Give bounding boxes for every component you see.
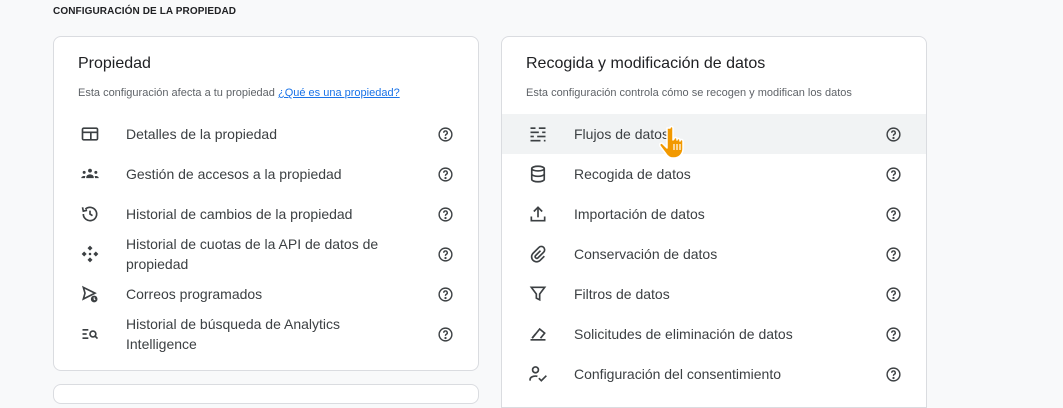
scheduled-email-icon [78,282,102,306]
property-change-history-item[interactable]: Historial de cambios de la propiedad [54,194,478,234]
data-collection-card-title: Recogida y modificación de datos [526,55,766,72]
property-details-item[interactable]: Detalles de la propiedad [54,114,478,154]
property-card-title: Propiedad [78,55,151,72]
help-icon[interactable] [884,325,902,343]
help-icon[interactable] [436,125,454,143]
property-details-label: Detalles de la propiedad [126,126,277,142]
consent-icon [526,362,550,386]
data-filters-label: Filtros de datos [574,286,670,302]
next-card-edge [53,384,479,404]
help-icon[interactable] [436,285,454,303]
api-quota-history-item[interactable]: Historial de cuotas de la API de datos d… [54,234,478,274]
property-access-label: Gestión de accesos a la propiedad [126,166,342,182]
history-icon [78,202,102,226]
data-filters-item[interactable]: Filtros de datos [502,274,926,314]
data-import-item[interactable]: Importación de datos [502,194,926,234]
search-history-icon [78,322,102,346]
property-details-icon [78,122,102,146]
help-icon[interactable] [884,285,902,303]
property-card: Propiedad Esta configuración afecta a tu… [53,36,479,371]
people-icon [78,162,102,186]
data-import-label: Importación de datos [574,206,705,222]
help-icon[interactable] [884,165,902,183]
consent-settings-label: Configuración del consentimiento [574,366,782,382]
data-streams-label: Flujos de datos [574,126,669,142]
help-icon[interactable] [436,245,454,263]
eraser-icon [526,322,550,346]
data-retention-item[interactable]: Conservación de datos [502,234,926,274]
api-quota-history-label: Historial de cuotas de la API de datos d… [126,236,379,272]
consent-settings-item[interactable]: Configuración del consentimiento [502,354,926,394]
search-history-label: Historial de búsqueda de Analytics Intel… [126,316,341,352]
what-is-property-link[interactable]: ¿Qué es una propiedad? [278,87,400,99]
retention-icon [526,242,550,266]
data-collection-label: Recogida de datos [574,166,691,182]
filter-icon [526,282,550,306]
data-retention-label: Conservación de datos [574,246,718,262]
help-icon[interactable] [884,365,902,383]
search-history-item[interactable]: Historial de búsqueda de Analytics Intel… [54,314,478,354]
property-access-item[interactable]: Gestión de accesos a la propiedad [54,154,478,194]
property-card-subtitle-text: Esta configuración afecta a tu propiedad [78,87,275,99]
scheduled-emails-item[interactable]: Correos programados [54,274,478,314]
upload-icon [526,202,550,226]
help-icon[interactable] [884,125,902,143]
data-deletion-requests-label: Solicitudes de eliminación de datos [574,326,793,342]
help-icon[interactable] [884,205,902,223]
help-icon[interactable] [884,245,902,263]
scheduled-emails-label: Correos programados [126,286,263,302]
data-streams-item[interactable]: Flujos de datos [502,114,926,154]
property-card-subtitle: Esta configuración afecta a tu propiedad… [78,87,400,99]
data-collection-card-subtitle: Esta configuración controla cómo se reco… [526,87,852,99]
help-icon[interactable] [436,325,454,343]
data-streams-icon [526,122,550,146]
hand-cursor-icon [659,125,684,159]
data-collection-item[interactable]: Recogida de datos [502,154,926,194]
data-deletion-requests-item[interactable]: Solicitudes de eliminación de datos [502,314,926,354]
data-collection-card: Recogida y modificación de datos Esta co… [501,36,927,408]
property-change-history-label: Historial de cambios de la propiedad [126,206,353,222]
database-icon [526,162,550,186]
help-icon[interactable] [436,165,454,183]
help-icon[interactable] [436,205,454,223]
api-quota-icon [78,242,102,266]
section-title: CONFIGURACIÓN DE LA PROPIEDAD [53,6,237,17]
